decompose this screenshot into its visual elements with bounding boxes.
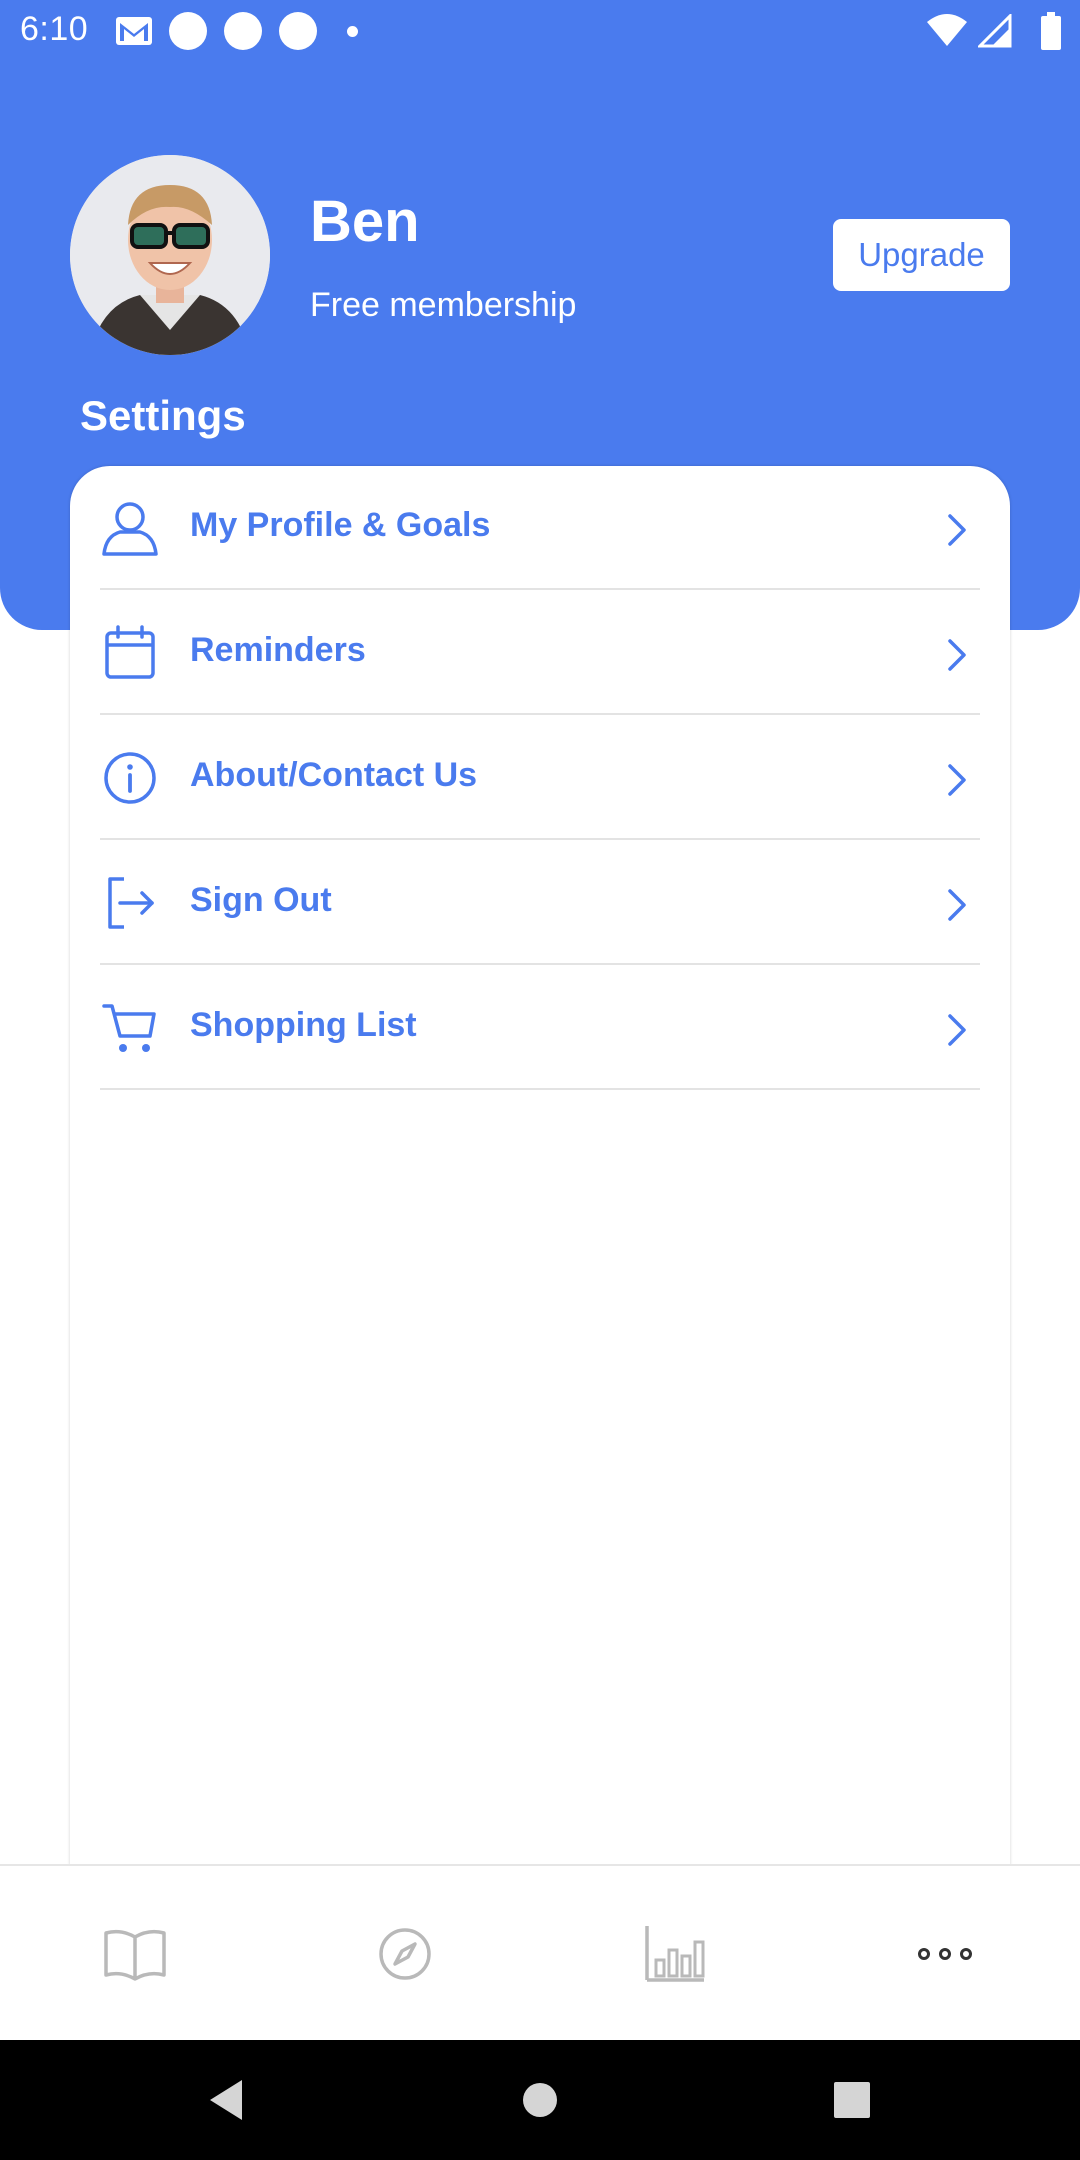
gmail-icon — [116, 17, 152, 45]
menu-item-label: About/Contact Us — [190, 756, 478, 794]
menu-item-label: Shopping List — [190, 1006, 417, 1044]
tab-progress[interactable] — [540, 1866, 810, 2042]
upgrade-button[interactable]: Upgrade — [833, 219, 1010, 291]
notification-dot-icon — [224, 12, 262, 50]
more-icon — [918, 1948, 972, 1960]
back-triangle-icon — [210, 2080, 242, 2120]
calendar-icon — [105, 625, 155, 679]
chevron-right-icon — [948, 1014, 966, 1046]
more-notifications-icon — [347, 26, 358, 37]
wifi-icon — [927, 14, 967, 46]
bottom-tab-bar — [0, 1864, 1080, 2040]
notification-dot-icon — [279, 12, 317, 50]
user-name: Ben — [310, 189, 420, 254]
menu-item-about-contact[interactable]: About/Contact Us — [100, 716, 980, 840]
recents-square-icon — [834, 2082, 870, 2118]
avatar-photo-icon — [70, 155, 270, 355]
menu-item-label: Reminders — [190, 631, 366, 669]
settings-card: My Profile & Goals Reminders About/Conta… — [70, 466, 1010, 1866]
recents-button[interactable] — [792, 2040, 912, 2160]
menu-item-profile-goals[interactable]: My Profile & Goals — [100, 466, 980, 590]
signal-icon — [978, 14, 1012, 48]
compass-icon — [379, 1928, 431, 1980]
menu-item-label: Sign Out — [190, 881, 332, 919]
status-bar: 6:10 — [0, 0, 1080, 62]
menu-item-shopping-list[interactable]: Shopping List — [100, 966, 980, 1090]
tab-discover[interactable] — [270, 1866, 540, 2042]
tab-more[interactable] — [810, 1866, 1080, 2042]
menu-item-sign-out[interactable]: Sign Out — [100, 841, 980, 965]
chevron-right-icon — [948, 889, 966, 921]
notification-dot-icon — [169, 12, 207, 50]
chevron-right-icon — [948, 764, 966, 796]
back-button[interactable] — [166, 2040, 286, 2160]
home-button[interactable] — [480, 2040, 600, 2160]
tab-diary[interactable] — [0, 1866, 270, 2042]
chevron-right-icon — [948, 639, 966, 671]
battery-icon — [1041, 12, 1061, 50]
bar-chart-icon — [645, 1926, 705, 1982]
avatar[interactable] — [70, 155, 270, 355]
status-time: 6:10 — [20, 10, 89, 48]
menu-item-reminders[interactable]: Reminders — [100, 591, 980, 715]
settings-title: Settings — [80, 392, 246, 439]
membership-status: Free membership — [310, 286, 577, 324]
book-icon — [104, 1929, 166, 1981]
home-circle-icon — [523, 2083, 557, 2117]
system-navigation-bar — [0, 2040, 1080, 2160]
chevron-right-icon — [948, 514, 966, 546]
menu-item-label: My Profile & Goals — [190, 506, 491, 544]
cart-icon — [102, 1004, 156, 1052]
info-icon — [104, 752, 156, 804]
person-icon — [102, 502, 158, 556]
sign-out-icon — [108, 877, 154, 929]
